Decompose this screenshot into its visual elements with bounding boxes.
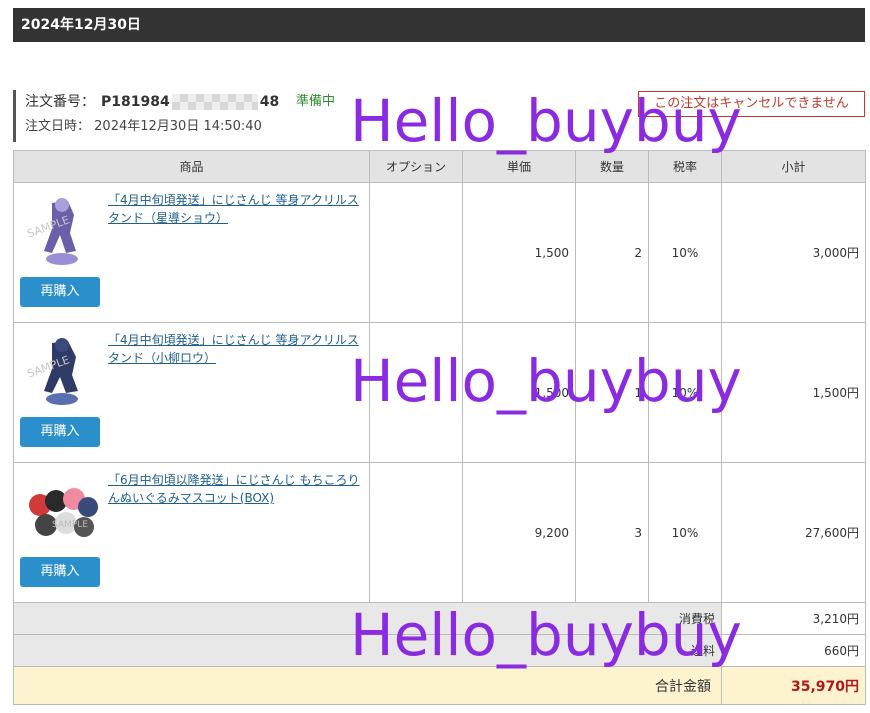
table-header-row: 商品 オプション 単価 数量 税率 小計 [13, 150, 866, 183]
price-cell: 1,500 [462, 322, 576, 463]
shipping-label: 送料 [13, 634, 722, 667]
option-cell [369, 182, 463, 323]
redacted-mosaic [171, 94, 258, 110]
order-number: P181984 48 [101, 94, 280, 110]
product-cell: SAMPLE 再購入 「4月中旬頃発送」にじさんじ 等身アクリルスタンド（小柳ロ… [13, 322, 370, 463]
cancel-note: この注文はキャンセルできません [638, 91, 865, 117]
subtotal-cell: 3,000円 [721, 182, 866, 323]
date-header: 2024年12月30日 [13, 8, 865, 42]
option-cell [369, 462, 463, 603]
price-cell: 9,200 [462, 462, 576, 603]
tax-cell: 10% [648, 322, 722, 463]
table-row: SAMPLE 再購入 「6月中旬頃以降発送」にじさんじ もちころりんぬいぐるみマ… [13, 462, 866, 603]
tax-value: 3,210円 [721, 602, 866, 635]
product-image[interactable]: SAMPLE [22, 193, 102, 273]
order-datetime: 2024年12月30日 14:50:40 [94, 119, 262, 134]
product-cell: SAMPLE 再購入 「4月中旬頃発送」にじさんじ 等身アクリルスタンド（星導シ… [13, 182, 370, 323]
tax-summary-row: 消費税 3,210円 [13, 602, 866, 635]
table-row: SAMPLE 再購入 「4月中旬頃発送」にじさんじ 等身アクリルスタンド（星導シ… [13, 182, 866, 323]
price-cell: 1,500 [462, 182, 576, 323]
tax-cell: 10% [648, 182, 722, 323]
order-number-label: 注文番号： [25, 94, 95, 110]
svg-text:SAMPLE: SAMPLE [52, 520, 88, 530]
col-tax: 税率 [648, 150, 722, 183]
product-cell: SAMPLE 再購入 「6月中旬頃以降発送」にじさんじ もちころりんぬいぐるみマ… [13, 462, 370, 603]
tax-cell: 10% [648, 462, 722, 603]
subtotal-cell: 27,600円 [721, 462, 866, 603]
rebuy-button[interactable]: 再購入 [20, 557, 100, 587]
col-qty: 数量 [575, 150, 649, 183]
qty-cell: 3 [575, 462, 649, 603]
order-status-badge: 準備中 [296, 94, 336, 109]
product-link[interactable]: 「4月中旬頃発送」にじさんじ 等身アクリルスタンド（星導ショウ） [108, 191, 363, 227]
shipping-summary-row: 送料 660円 [13, 634, 866, 667]
col-option: オプション [369, 150, 463, 183]
qty-cell: 2 [575, 182, 649, 323]
total-value: 35,970円 [721, 666, 866, 705]
col-subtotal: 小計 [721, 150, 866, 183]
product-link[interactable]: 「4月中旬頃発送」にじさんじ 等身アクリルスタンド（小柳ロウ） [108, 331, 363, 367]
subtotal-cell: 1,500円 [721, 322, 866, 463]
total-label: 合計金額 [13, 666, 722, 705]
rebuy-button[interactable]: 再購入 [20, 417, 100, 447]
product-link[interactable]: 「6月中旬頃以降発送」にじさんじ もちころりんぬいぐるみマスコット(BOX) [108, 471, 363, 507]
total-row: 合計金額 35,970円 [13, 666, 866, 705]
col-product: 商品 [13, 150, 370, 183]
table-row: SAMPLE 再購入 「4月中旬頃発送」にじさんじ 等身アクリルスタンド（小柳ロ… [13, 322, 866, 463]
order-datetime-label: 注文日時： [25, 119, 91, 134]
rebuy-button[interactable]: 再購入 [20, 277, 100, 307]
shipping-value: 660円 [721, 634, 866, 667]
tax-label: 消費税 [13, 602, 722, 635]
product-image[interactable]: SAMPLE [22, 473, 102, 553]
option-cell [369, 322, 463, 463]
order-items-table: 商品 オプション 単価 数量 税率 小計 SAMPLE 再購入 「4月中旬頃発送… [13, 150, 866, 705]
product-image[interactable]: SAMPLE [22, 333, 102, 413]
qty-cell: 1 [575, 322, 649, 463]
col-price: 単価 [462, 150, 576, 183]
